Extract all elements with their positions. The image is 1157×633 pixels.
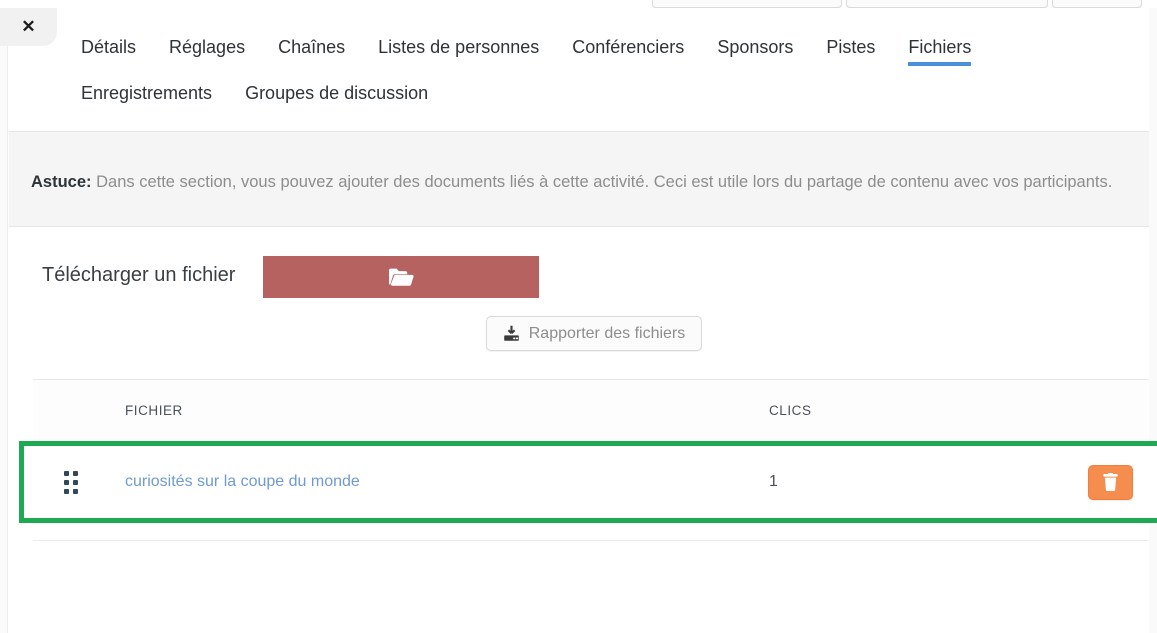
modal-panel: Détails Réglages Chaînes Listes de perso… — [0, 8, 1157, 633]
offscreen-button-3[interactable] — [1052, 0, 1142, 8]
dot — [64, 489, 69, 494]
tip-banner: Astuce: Dans cette section, vous pouvez … — [9, 132, 1149, 227]
tab-fichiers[interactable]: Fichiers — [908, 30, 972, 74]
tab-listes-de-personnes[interactable]: Listes de personnes — [378, 30, 539, 74]
close-icon: ✕ — [21, 17, 36, 36]
tab-label: Enregistrements — [81, 83, 213, 103]
report-files-button[interactable]: Rapporter des fichiers — [485, 316, 703, 351]
delete-file-button[interactable] — [1088, 464, 1133, 500]
app-viewport: Détails Réglages Chaînes Listes de perso… — [0, 0, 1157, 633]
dot — [73, 489, 78, 494]
tab-reglages[interactable]: Réglages — [169, 30, 245, 74]
report-files-label: Rapporter des fichiers — [528, 324, 686, 342]
tip-prefix: Astuce: — [31, 173, 92, 191]
offscreen-button-2[interactable] — [846, 0, 1048, 8]
folder-open-icon — [389, 268, 415, 286]
download-icon — [503, 325, 519, 341]
tab-sponsors[interactable]: Sponsors — [717, 30, 793, 74]
tip-body: Dans cette section, vous pouvez ajouter … — [91, 173, 1113, 191]
tab-bar: Détails Réglages Chaînes Listes de perso… — [9, 8, 1149, 132]
tab-groupes-de-discussion[interactable]: Groupes de discussion — [245, 74, 428, 120]
table-header-row: FICHIER CLICS — [33, 379, 1149, 441]
table-header-clics: CLICS — [769, 403, 812, 418]
right-gutter — [1149, 8, 1157, 633]
close-button[interactable]: ✕ — [0, 8, 57, 46]
row-file-cell: curiosités sur la coupe du monde — [125, 473, 769, 491]
tab-label: Réglages — [169, 37, 246, 57]
tab-details[interactable]: Détails — [81, 30, 136, 74]
tab-label: Listes de personnes — [378, 37, 540, 57]
tab-label: Groupes de discussion — [245, 83, 429, 103]
upload-section: Télécharger un fichier — [9, 228, 1149, 298]
table-bottom-divider — [33, 540, 1149, 541]
offscreen-button-1[interactable] — [652, 0, 842, 8]
tab-enregistrements[interactable]: Enregistrements — [81, 74, 212, 120]
upload-file-button[interactable] — [263, 256, 540, 298]
tab-label: Pistes — [826, 37, 876, 57]
tab-row-secondary: Enregistrements Groupes de discussion — [9, 74, 1149, 120]
table-row[interactable]: curiosités sur la coupe du monde 1 — [33, 441, 1149, 523]
trash-icon — [1103, 473, 1118, 491]
tab-pistes[interactable]: Pistes — [826, 30, 875, 74]
files-table: FICHIER CLICS curiosités sur la coupe du… — [19, 379, 1157, 523]
tab-chaines[interactable]: Chaînes — [278, 30, 345, 74]
tab-label: Fichiers — [908, 37, 972, 57]
offscreen-toolbar-strip — [0, 0, 1157, 8]
tab-label: Détails — [81, 37, 137, 57]
row-action-cell — [1019, 464, 1149, 500]
tip-text: Astuce: Dans cette section, vous pouvez … — [31, 170, 1114, 195]
table-header-fichier: FICHIER — [125, 403, 183, 418]
dot — [64, 480, 69, 485]
tab-row-primary: Détails Réglages Chaînes Listes de perso… — [9, 30, 1149, 74]
left-gutter — [0, 8, 8, 633]
dot — [73, 480, 78, 485]
upload-label: Télécharger un fichier — [42, 264, 236, 286]
report-section: Rapporter des fichiers — [9, 316, 1149, 351]
dot — [64, 471, 69, 476]
drag-handle-icon[interactable] — [64, 471, 78, 494]
row-clicks-cell: 1 — [769, 473, 778, 490]
file-link[interactable]: curiosités sur la coupe du monde — [125, 473, 360, 490]
tab-label: Conférenciers — [572, 37, 685, 57]
dot — [73, 471, 78, 476]
tab-label: Sponsors — [717, 37, 794, 57]
tab-conferenciers[interactable]: Conférenciers — [572, 30, 684, 74]
tab-label: Chaînes — [278, 37, 346, 57]
row-handle-cell — [33, 471, 125, 494]
